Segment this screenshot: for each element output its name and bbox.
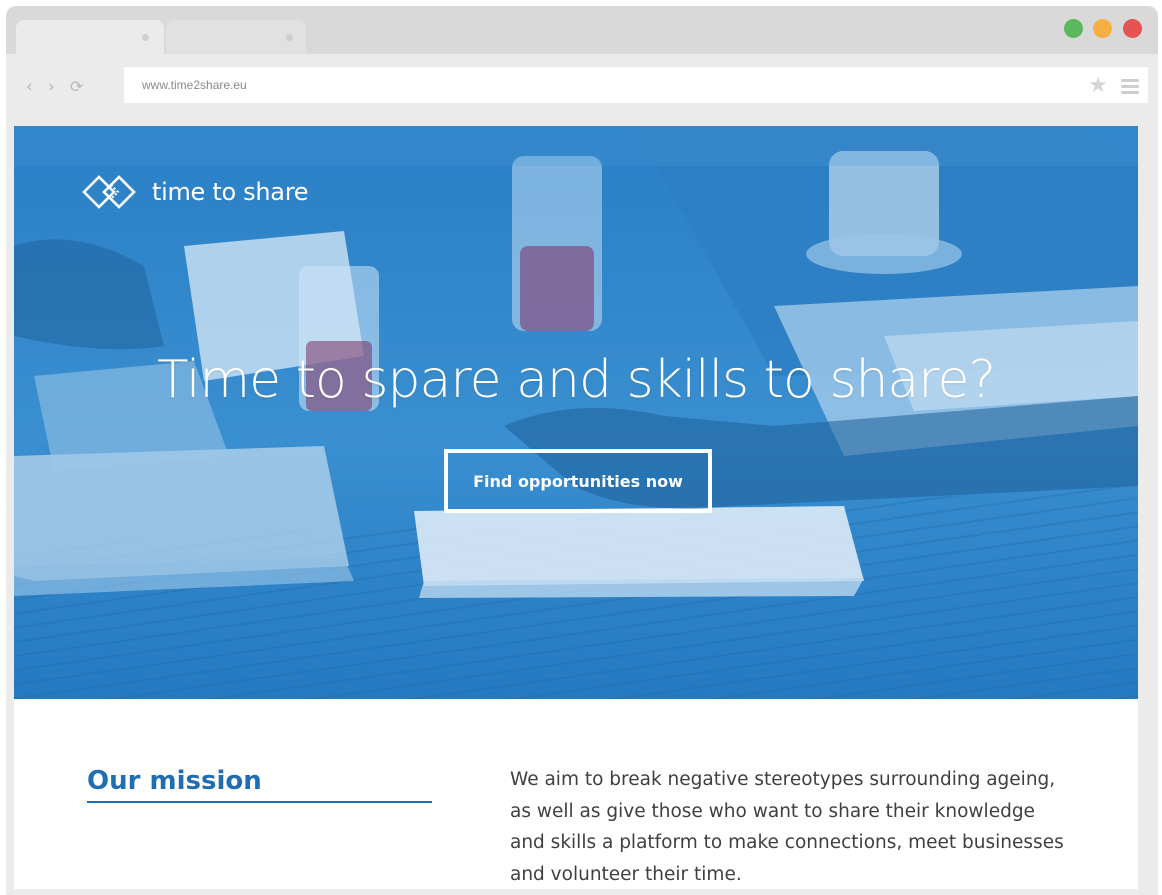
window-close-button[interactable] bbox=[1123, 19, 1142, 38]
hero-title: Time to spare and skills to share? bbox=[156, 350, 996, 410]
url-text: www.time2share.eu bbox=[142, 78, 247, 92]
hero-section: time to share Time to spare and skills t… bbox=[14, 126, 1138, 699]
address-bar[interactable]: www.time2share.eu ★ bbox=[124, 67, 1148, 103]
site-logo[interactable]: time to share bbox=[80, 170, 309, 214]
tab-strip bbox=[6, 6, 1158, 54]
menu-icon[interactable] bbox=[1121, 79, 1139, 94]
mission-heading: Our mission bbox=[87, 766, 432, 803]
find-opportunities-button[interactable]: Find opportunities now bbox=[444, 449, 712, 513]
forward-icon[interactable]: › bbox=[48, 78, 55, 96]
diamond-logo-icon bbox=[82, 175, 136, 209]
window-minimize-button[interactable] bbox=[1093, 19, 1112, 38]
reload-icon[interactable]: ⟳ bbox=[70, 78, 83, 96]
browser-tab-active[interactable] bbox=[16, 20, 164, 54]
star-icon[interactable]: ★ bbox=[1088, 73, 1108, 98]
mission-description: We aim to break negative stereotypes sur… bbox=[510, 769, 1064, 885]
logo-text: time to share bbox=[152, 178, 309, 206]
browser-tab-inactive[interactable] bbox=[166, 20, 306, 54]
tab-close-icon[interactable] bbox=[142, 34, 149, 41]
window-maximize-button[interactable] bbox=[1064, 19, 1083, 38]
back-icon[interactable]: ‹ bbox=[26, 78, 33, 96]
page-viewport: time to share Time to spare and skills t… bbox=[14, 126, 1138, 889]
tab-close-icon[interactable] bbox=[286, 34, 293, 41]
browser-toolbar: ‹ › ⟳ www.time2share.eu ★ bbox=[6, 54, 1158, 120]
